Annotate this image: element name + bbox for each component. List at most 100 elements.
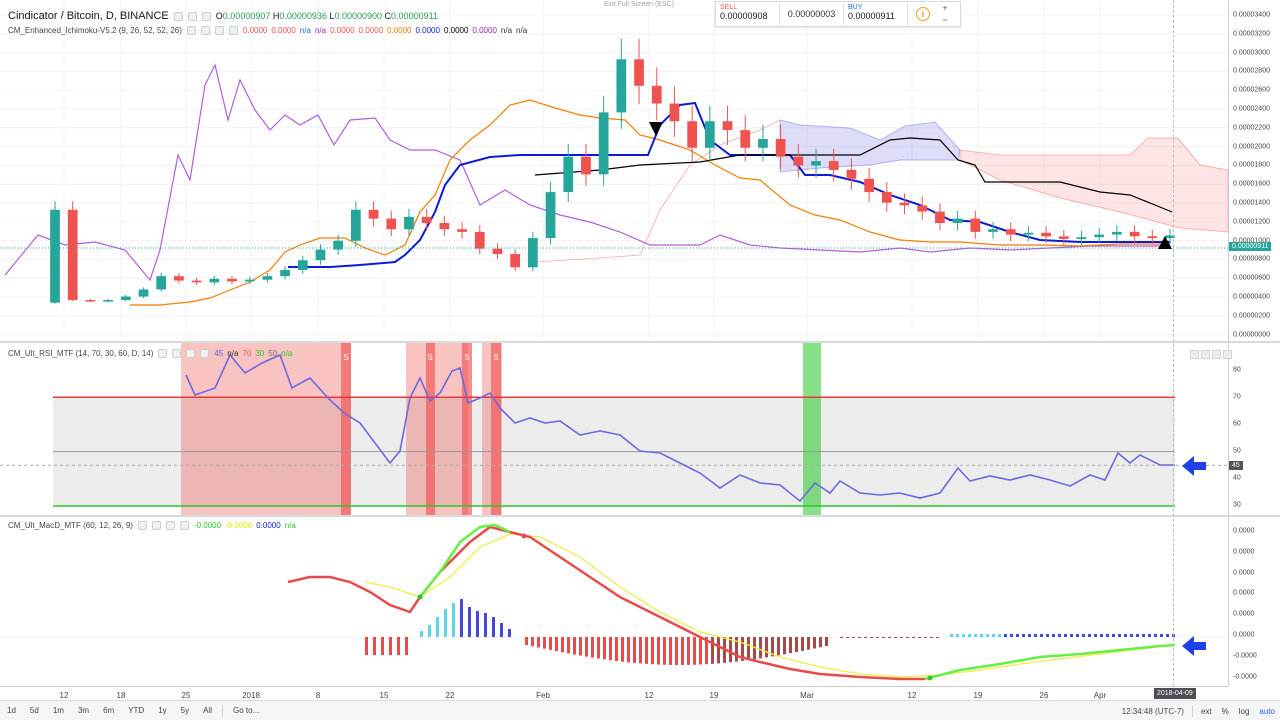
info-button[interactable]: i (908, 2, 938, 26)
candle-body (899, 202, 910, 206)
plus-button[interactable]: + (938, 2, 952, 14)
rsi-name[interactable]: CM_Ult_RSI_MTF (14, 70, 30, 60, D, 14) (8, 349, 153, 358)
macd-tick-label: 0.0000 (1233, 589, 1255, 597)
macd-histogram-bar (1070, 634, 1073, 637)
range-button-ytd[interactable]: YTD (121, 706, 151, 715)
rsi-values: 45 n/a 70 30 50 n/a (214, 349, 296, 358)
candle-body (864, 178, 874, 193)
macd-histogram-bar (543, 637, 546, 649)
auto-toggle[interactable]: auto (1254, 707, 1280, 716)
eye-icon[interactable] (186, 26, 196, 35)
macd-histogram-bar (420, 631, 423, 637)
macd-histogram-bar (669, 637, 672, 665)
macd-pane[interactable] (0, 517, 1228, 686)
pane-down-icon[interactable] (1201, 350, 1210, 359)
price-axis[interactable]: 0.00003400 0.00003200 0.00003000 0.00002800… (1228, 0, 1280, 341)
more-icon[interactable] (200, 349, 210, 358)
close-icon[interactable] (186, 349, 196, 358)
arrow-left-icon (1182, 636, 1206, 656)
macd-histogram-bar (508, 629, 511, 637)
pane-up-icon[interactable] (1190, 350, 1199, 359)
signal-label: S (464, 353, 469, 362)
range-button-5y[interactable]: 5y (174, 706, 196, 715)
close-icon[interactable] (214, 26, 224, 35)
macd-tick-label: 0.0000 (1233, 569, 1255, 577)
candle-body (1058, 236, 1069, 239)
candle-body (881, 192, 892, 203)
more-icon[interactable] (228, 26, 238, 35)
settings-icon[interactable] (172, 349, 182, 358)
macd-axis[interactable]: 0.0000 0.0000 0.0000 0.0000 0.0000 0.0000 -0.0… (1228, 517, 1280, 686)
close-icon[interactable] (201, 11, 211, 21)
minus-button[interactable]: − (938, 14, 952, 26)
candle-body (386, 218, 397, 230)
clock[interactable]: 12:34:48 (UTC-7) (1117, 707, 1189, 716)
macd-histogram-bar (1076, 634, 1079, 637)
macd-histogram-bar (492, 617, 495, 637)
range-button-6m[interactable]: 6m (96, 706, 121, 715)
macd-histogram-bar (561, 637, 564, 653)
pane-maximize-icon[interactable] (1212, 350, 1221, 359)
time-tick-label: 12 (644, 691, 654, 700)
settings-icon[interactable] (151, 521, 161, 530)
rsi-axis[interactable]: 80 70 60 50 40 30 (1228, 343, 1280, 515)
macd-chart-canvas[interactable] (0, 517, 1228, 686)
candle-body (156, 276, 167, 290)
rsi-chart-canvas[interactable]: SSSS (0, 343, 1228, 515)
range-button-all[interactable]: All (196, 706, 219, 715)
ichimoku-values: 0.0000 0.0000 n/a n/a 0.0000 0.0000 0.0000 0.00… (243, 26, 531, 35)
exit-fullscreen-hint[interactable]: Exit Full Screen (ESC) (604, 1, 674, 8)
macd-histogram-bar (1022, 634, 1025, 637)
macd-histogram-bar (645, 637, 648, 664)
sell-button[interactable]: SELL 0.00000908 (716, 2, 780, 26)
range-button-1y[interactable]: 1y (151, 706, 173, 715)
symbol-title[interactable]: Cindicator / Bitcoin, D, BINANCE (8, 10, 169, 22)
percent-toggle[interactable]: % (1217, 707, 1234, 716)
settings-icon[interactable] (200, 26, 210, 35)
goto-button[interactable]: Go to... (226, 706, 266, 715)
ichimoku-name[interactable]: CM_Enhanced_Ichimoku-V5.2 (9, 26, 52, 52… (8, 26, 182, 35)
candle-body (581, 156, 591, 175)
range-button-1m[interactable]: 1m (46, 706, 71, 715)
macd-histogram-bar (1088, 634, 1091, 637)
overbought-bar (491, 343, 501, 515)
macd-histogram-bar (882, 637, 885, 638)
macd-histogram-bar (906, 637, 909, 638)
date-range-group: 1d 5d 1m 3m 6m YTD 1y 5y All (0, 706, 219, 715)
cursor-date-label: 2018-04-09 (1154, 688, 1196, 699)
candle-body (404, 216, 414, 230)
indicator-value: 0.0000 (472, 26, 497, 35)
price-pane[interactable] (0, 0, 1228, 341)
price-tick-label: 0.00002400 (1233, 105, 1270, 113)
ext-toggle[interactable]: ext (1196, 707, 1217, 716)
eye-icon[interactable] (137, 521, 147, 530)
macd-histogram-bar (621, 637, 624, 662)
candle-body (103, 300, 113, 302)
macd-histogram-bar (717, 637, 720, 664)
macd-histogram-bar (657, 637, 660, 665)
macd-name[interactable]: CM_Ult_MacD_MTF (60, 12, 26, 9) (8, 521, 133, 530)
macd-histogram-bar (900, 637, 903, 638)
settings-icon[interactable] (187, 11, 197, 21)
quantity-stepper[interactable]: + − (938, 2, 952, 26)
time-tick-label: 2018 (242, 691, 260, 700)
candle-body (704, 121, 715, 148)
buy-button[interactable]: BUY 0.00000911 (844, 2, 908, 26)
range-button-3m[interactable]: 3m (71, 706, 96, 715)
range-button-1d[interactable]: 1d (0, 706, 23, 715)
pane-close-icon[interactable] (1223, 350, 1232, 359)
candle-body (85, 300, 96, 302)
eye-icon[interactable] (158, 349, 168, 358)
rsi-pane[interactable]: SSSS (0, 343, 1228, 515)
price-chart-canvas[interactable] (0, 0, 1228, 341)
cross-dot (417, 594, 423, 600)
candle-body (315, 249, 326, 261)
more-icon[interactable] (179, 521, 189, 530)
close-icon[interactable] (165, 521, 175, 530)
macd-histogram-bar (585, 637, 588, 657)
eye-icon[interactable] (173, 11, 183, 21)
macd-histogram-bar (956, 634, 959, 637)
overbought-bar (341, 343, 351, 515)
range-button-5d[interactable]: 5d (23, 706, 46, 715)
log-toggle[interactable]: log (1234, 707, 1255, 716)
